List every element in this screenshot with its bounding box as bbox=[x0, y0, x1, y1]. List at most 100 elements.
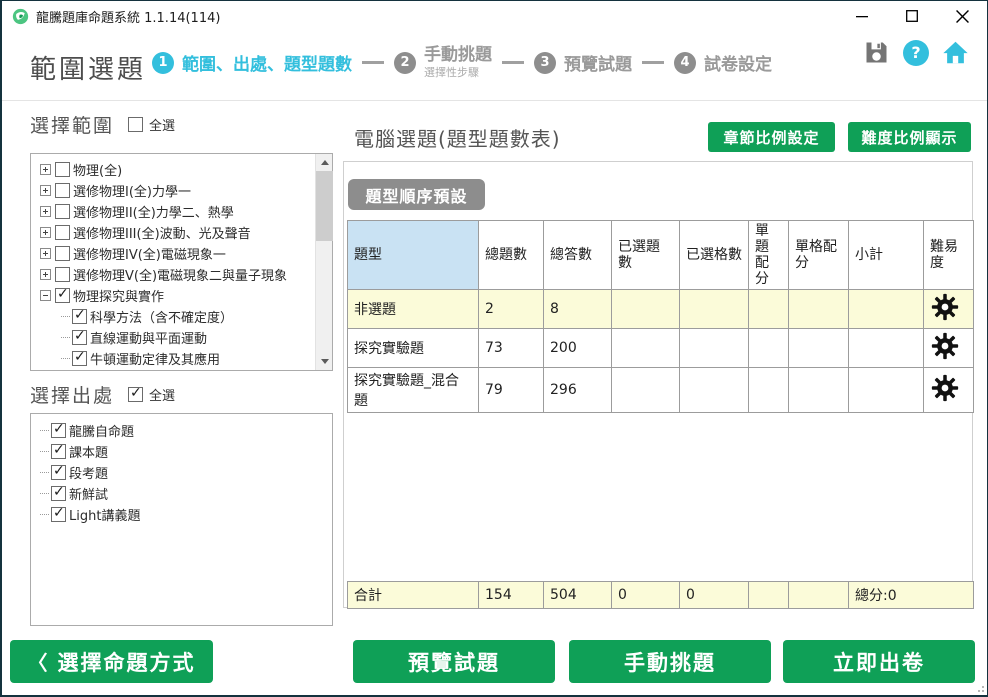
tree-connector bbox=[61, 358, 70, 359]
totals-score-per-question bbox=[749, 582, 789, 609]
source-checkbox[interactable] bbox=[51, 486, 66, 501]
step-2-sublabel: 選擇性步驟 bbox=[424, 66, 492, 80]
list-item[interactable]: 課本題 bbox=[31, 441, 332, 462]
cell-selected-cells[interactable] bbox=[680, 290, 749, 329]
tree-item[interactable]: 選修物理II(全)力學二、熱學 bbox=[31, 201, 315, 222]
collapse-icon[interactable] bbox=[40, 290, 51, 301]
step-3-label: 預覽試題 bbox=[564, 50, 632, 75]
chapter-ratio-button[interactable]: 章節比例設定 bbox=[708, 122, 835, 152]
save-button[interactable] bbox=[863, 39, 890, 66]
tree-item[interactable]: 選修物理V(全)電磁現象二與量子現象 bbox=[31, 264, 315, 285]
tree-item[interactable]: 科學方法（含不確定度） bbox=[31, 306, 315, 327]
titlebar: 龍騰題庫命題系統 1.1.14(114) bbox=[2, 1, 987, 31]
tree-item[interactable]: 直線運動與平面運動 bbox=[31, 327, 315, 348]
scroll-down-button[interactable] bbox=[316, 353, 333, 370]
source-checkbox[interactable] bbox=[51, 507, 66, 522]
cell-type: 非選題 bbox=[348, 290, 479, 329]
cell-score-per-cell[interactable] bbox=[789, 329, 849, 368]
col-header-total-questions: 總題數 bbox=[479, 221, 544, 290]
step-4-circle[interactable]: 4 bbox=[674, 52, 696, 74]
difficulty-settings-button[interactable] bbox=[924, 329, 974, 368]
step-indicator: 1 範圍、出處、題型題數 2 手動挑題 選擇性步驟 3 預覽試題 4 試卷設定 bbox=[152, 45, 772, 80]
totals-label: 合計 bbox=[348, 582, 479, 609]
step-3-circle[interactable]: 3 bbox=[534, 52, 556, 74]
scrollbar-thumb[interactable] bbox=[316, 171, 333, 241]
source-select-all[interactable]: 全選 bbox=[128, 385, 175, 404]
source-select-all-checkbox[interactable] bbox=[128, 387, 143, 402]
cell-score-per-question[interactable] bbox=[749, 290, 789, 329]
minimize-button[interactable] bbox=[837, 1, 887, 31]
tree-checkbox[interactable] bbox=[72, 351, 87, 366]
source-checkbox[interactable] bbox=[51, 444, 66, 459]
cell-selected-cells[interactable] bbox=[680, 368, 749, 413]
manual-pick-button[interactable]: 手動挑題 bbox=[569, 640, 771, 683]
expand-icon[interactable] bbox=[40, 227, 51, 238]
tree-scrollbar[interactable] bbox=[315, 154, 332, 370]
cell-score-per-question[interactable] bbox=[749, 368, 789, 413]
cell-type: 探究實驗題_混合題 bbox=[348, 368, 479, 413]
difficulty-ratio-button[interactable]: 難度比例顯示 bbox=[848, 122, 971, 152]
cell-selected-questions[interactable] bbox=[612, 290, 680, 329]
tree-item[interactable]: 選修物理IV(全)電磁現象一 bbox=[31, 243, 315, 264]
tree-checkbox[interactable] bbox=[55, 204, 70, 219]
home-icon bbox=[942, 39, 969, 66]
back-button[interactable]: 〈 選擇命題方式 bbox=[10, 640, 213, 683]
tree-item[interactable]: 物理探究與實作 bbox=[31, 285, 315, 306]
source-section-title: 選擇出處 bbox=[30, 381, 114, 408]
list-item[interactable]: 龍騰自命題 bbox=[31, 420, 332, 441]
tree-item[interactable]: 選修物理I(全)力學一 bbox=[31, 180, 315, 201]
save-icon bbox=[864, 40, 889, 65]
cell-total-answers: 200 bbox=[544, 329, 612, 368]
expand-icon[interactable] bbox=[40, 248, 51, 259]
difficulty-settings-button[interactable] bbox=[924, 290, 974, 329]
cell-subtotal bbox=[849, 368, 924, 413]
step-1-circle[interactable]: 1 bbox=[152, 52, 174, 74]
tree-item[interactable]: 選修物理III(全)波動、光及聲音 bbox=[31, 222, 315, 243]
preview-questions-button[interactable]: 預覽試題 bbox=[353, 640, 555, 683]
cell-score-per-cell[interactable] bbox=[789, 290, 849, 329]
generate-paper-button[interactable]: 立即出卷 bbox=[783, 640, 975, 683]
range-select-all[interactable]: 全選 bbox=[128, 115, 175, 134]
totals-total-questions: 154 bbox=[479, 582, 544, 609]
step-2-circle[interactable]: 2 bbox=[394, 52, 416, 74]
tree-checkbox[interactable] bbox=[55, 246, 70, 261]
cell-score-per-cell[interactable] bbox=[789, 368, 849, 413]
tree-checkbox[interactable] bbox=[72, 309, 87, 324]
range-select-all-checkbox[interactable] bbox=[128, 117, 143, 132]
cell-score-per-question[interactable] bbox=[749, 329, 789, 368]
cell-selected-questions[interactable] bbox=[612, 329, 680, 368]
list-item[interactable]: 新鮮試 bbox=[31, 483, 332, 504]
expand-icon[interactable] bbox=[40, 269, 51, 280]
scroll-up-button[interactable] bbox=[316, 154, 333, 171]
app-logo-icon bbox=[12, 8, 29, 25]
home-button[interactable] bbox=[942, 39, 969, 66]
tree-checkbox[interactable] bbox=[55, 183, 70, 198]
tree-checkbox[interactable] bbox=[55, 162, 70, 177]
tree-checkbox[interactable] bbox=[55, 225, 70, 240]
help-button[interactable]: ? bbox=[903, 40, 929, 66]
totals-selected-questions: 0 bbox=[612, 582, 680, 609]
tree-item[interactable]: 天體運動與萬有引力 bbox=[31, 369, 315, 370]
maximize-button[interactable] bbox=[887, 1, 937, 31]
resize-grip[interactable] bbox=[976, 684, 984, 692]
tree-checkbox[interactable] bbox=[55, 288, 70, 303]
close-button[interactable] bbox=[937, 1, 987, 31]
difficulty-settings-button[interactable] bbox=[924, 368, 974, 413]
tree-item[interactable]: 物理(全) bbox=[31, 159, 315, 180]
source-checkbox[interactable] bbox=[51, 423, 66, 438]
arrow-up-icon bbox=[321, 160, 329, 165]
type-order-button[interactable]: 題型順序預設 bbox=[348, 179, 485, 210]
tree-item[interactable]: 牛頓運動定律及其應用 bbox=[31, 348, 315, 369]
tree-checkbox[interactable] bbox=[72, 330, 87, 345]
expand-icon[interactable] bbox=[40, 164, 51, 175]
source-checkbox[interactable] bbox=[51, 465, 66, 480]
list-item[interactable]: Light講義題 bbox=[31, 504, 332, 525]
tree-checkbox[interactable] bbox=[55, 267, 70, 282]
expand-icon[interactable] bbox=[40, 206, 51, 217]
list-item[interactable]: 段考題 bbox=[31, 462, 332, 483]
col-header-difficulty: 難易度 bbox=[924, 221, 974, 290]
cell-selected-questions[interactable] bbox=[612, 368, 680, 413]
source-list: 龍騰自命題 課本題 段考題 新鮮試 Light講義題 bbox=[30, 413, 333, 626]
expand-icon[interactable] bbox=[40, 185, 51, 196]
cell-selected-cells[interactable] bbox=[680, 329, 749, 368]
